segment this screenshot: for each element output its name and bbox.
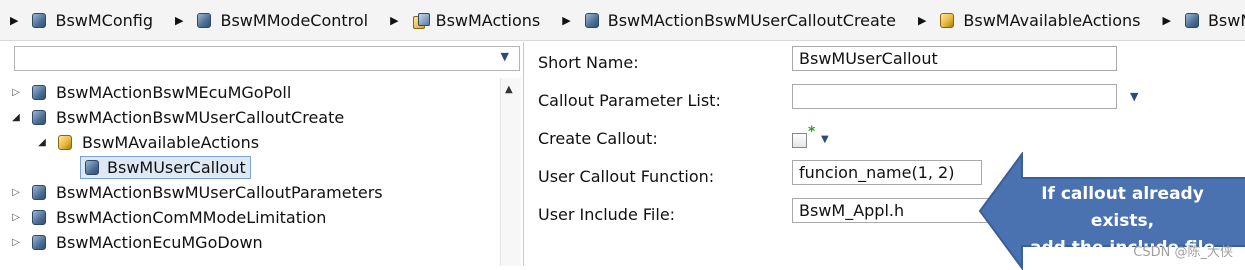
multi-container-icon bbox=[412, 12, 430, 29]
watermark: CSDN @陈_大侠 bbox=[1133, 245, 1233, 260]
selection-highlight[interactable]: BswMUserCallout bbox=[80, 155, 251, 179]
container-icon bbox=[32, 209, 46, 225]
user-include-file-label: User Include File: bbox=[538, 205, 676, 224]
callout-parameter-list-input[interactable] bbox=[792, 84, 1117, 109]
container-icon bbox=[32, 84, 46, 100]
breadcrumb-label[interactable]: BswMConfig bbox=[55, 11, 153, 30]
tree-item-label[interactable]: BswMActionBswMUserCalloutCreate bbox=[56, 108, 344, 127]
tree-item[interactable]: ◢ BswMActionBswMUserCalloutCreate bbox=[10, 105, 344, 129]
breadcrumb-label[interactable]: BswMActions bbox=[436, 11, 541, 30]
choice-container-icon bbox=[58, 134, 72, 150]
short-name-input[interactable]: BswMUserCallout bbox=[792, 46, 1117, 71]
properties-form: Short Name: BswMUserCallout Callout Para… bbox=[524, 42, 1245, 270]
chevron-down-icon[interactable]: ▼ bbox=[821, 134, 829, 145]
breadcrumb-arrow-icon[interactable]: ▶ bbox=[10, 14, 18, 27]
tree-item[interactable]: ▷ BswMActionComMModeLimitation bbox=[10, 205, 326, 229]
choice-container-icon bbox=[940, 12, 955, 28]
container-icon bbox=[32, 12, 47, 28]
breadcrumb-arrow-icon[interactable]: ▶ bbox=[390, 14, 398, 27]
breadcrumb-label[interactable]: BswMAvailableActions bbox=[963, 11, 1140, 30]
container-icon bbox=[584, 12, 599, 28]
element-tree: ▷ BswMActionBswMEcuMGoPoll ◢ BswMActionB… bbox=[0, 78, 500, 266]
short-name-label: Short Name: bbox=[538, 53, 639, 72]
tree-item-label[interactable]: BswMUserCallout bbox=[107, 158, 246, 177]
breadcrumb-arrow-icon[interactable]: ▶ bbox=[562, 14, 570, 27]
tree-item-selected[interactable]: BswMUserCallout bbox=[80, 155, 251, 179]
dropdown-arrow-icon[interactable]: ▼ bbox=[501, 50, 509, 63]
breadcrumb-item-bswmconfig[interactable]: ▶ BswMConfig bbox=[10, 11, 153, 30]
scroll-up-icon[interactable]: ▲ bbox=[505, 84, 513, 95]
outline-panel: ▼ ▷ BswMActionBswMEcuMGoPoll ◢ BswMActio… bbox=[0, 42, 524, 266]
collapse-icon[interactable]: ◢ bbox=[36, 137, 48, 148]
breadcrumb-item-bswmactions[interactable]: ▶ BswMActions bbox=[390, 11, 540, 30]
breadcrumb-item-bswm[interactable]: ▶ BswM bbox=[1162, 11, 1245, 30]
breadcrumb: ▶ BswMConfig ▶ BswMModeControl ▶ BswMAct… bbox=[0, 0, 1245, 41]
tree-item-label[interactable]: BswMActionEcuMGoDown bbox=[56, 233, 263, 252]
tree-item-label[interactable]: BswMAvailableActions bbox=[82, 133, 259, 152]
tree-item[interactable]: ◢ BswMAvailableActions bbox=[36, 130, 259, 154]
container-icon bbox=[1184, 12, 1199, 28]
user-callout-function-input[interactable]: funcion_name(1, 2) bbox=[792, 160, 982, 185]
tree-item[interactable]: ▷ BswMActionBswMEcuMGoPoll bbox=[10, 80, 291, 104]
user-callout-function-label: User Callout Function: bbox=[538, 167, 715, 186]
expand-icon[interactable]: ▷ bbox=[10, 237, 22, 248]
breadcrumb-item-bswmmodecontrol[interactable]: ▶ BswMModeControl bbox=[175, 11, 368, 30]
tree-item-label[interactable]: BswMActionComMModeLimitation bbox=[56, 208, 326, 227]
breadcrumb-item-usercalloutcreate[interactable]: ▶ BswMActionBswMUserCalloutCreate bbox=[562, 11, 896, 30]
tree-item[interactable]: ▷ BswMActionEcuMGoDown bbox=[10, 230, 263, 254]
container-icon bbox=[32, 109, 46, 125]
container-icon bbox=[32, 184, 46, 200]
container-icon bbox=[197, 12, 212, 28]
callout-note-line: If callout already exists, bbox=[1041, 184, 1204, 231]
vertical-scrollbar[interactable]: ▲ bbox=[500, 78, 521, 266]
callout-parameter-list-label: Callout Parameter List: bbox=[538, 91, 721, 110]
breadcrumb-label[interactable]: BswM bbox=[1208, 11, 1245, 30]
container-icon bbox=[85, 159, 99, 175]
breadcrumb-label[interactable]: BswMModeControl bbox=[220, 11, 368, 30]
expand-icon[interactable]: ▷ bbox=[10, 87, 22, 98]
dropdown-arrow-icon[interactable]: ▼ bbox=[1130, 90, 1138, 103]
expand-icon[interactable]: ▷ bbox=[10, 187, 22, 198]
breadcrumb-label[interactable]: BswMActionBswMUserCalloutCreate bbox=[608, 11, 896, 30]
breadcrumb-item-availableactions[interactable]: ▶ BswMAvailableActions bbox=[918, 11, 1141, 30]
filter-dropdown[interactable]: ▼ bbox=[14, 46, 520, 71]
container-icon bbox=[32, 234, 46, 250]
add-icon[interactable]: * bbox=[808, 124, 815, 140]
breadcrumb-arrow-icon[interactable]: ▶ bbox=[918, 14, 926, 27]
breadcrumb-arrow-icon[interactable]: ▶ bbox=[175, 14, 183, 27]
tree-item-label[interactable]: BswMActionBswMEcuMGoPoll bbox=[56, 83, 291, 102]
create-callout-checkbox[interactable] bbox=[792, 133, 807, 148]
breadcrumb-arrow-icon[interactable]: ▶ bbox=[1162, 14, 1170, 27]
collapse-icon[interactable]: ◢ bbox=[10, 112, 22, 123]
tree-item[interactable]: ▷ BswMActionBswMUserCalloutParameters bbox=[10, 180, 383, 204]
expand-icon[interactable]: ▷ bbox=[10, 212, 22, 223]
create-callout-label: Create Callout: bbox=[538, 129, 658, 148]
tree-item-label[interactable]: BswMActionBswMUserCalloutParameters bbox=[56, 183, 383, 202]
